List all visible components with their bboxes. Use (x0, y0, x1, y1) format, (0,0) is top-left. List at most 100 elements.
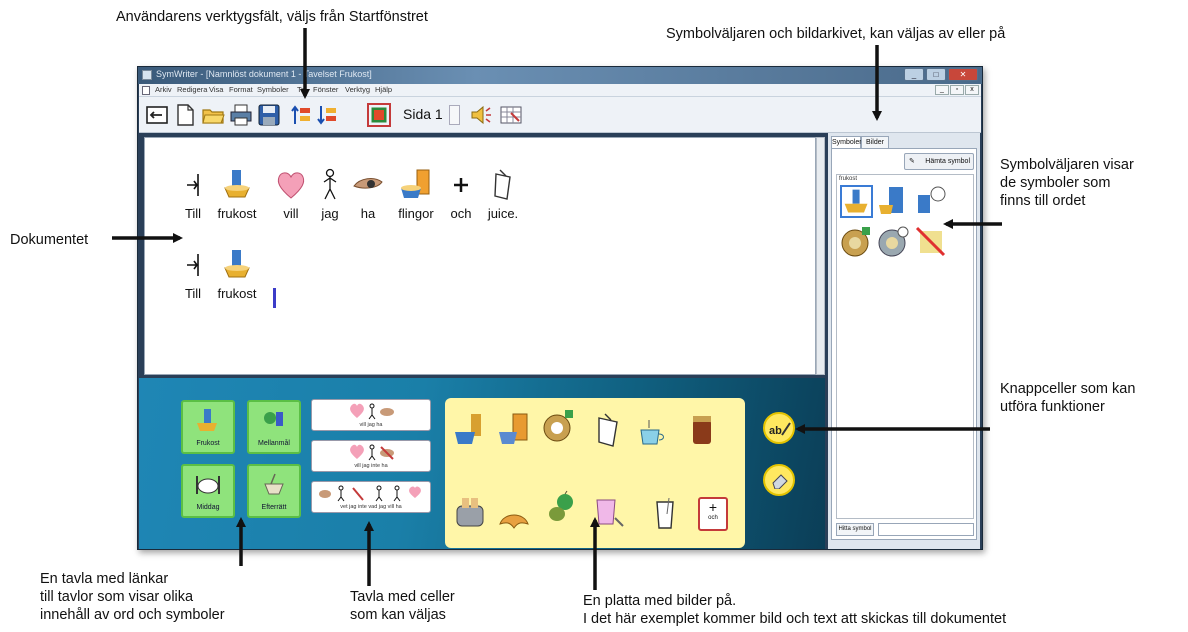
och-label: och (708, 515, 718, 521)
toaster-picture[interactable] (453, 494, 487, 530)
symwriter-window: SymWriter - [Namnlöst dokument 1 - Tavel… (137, 66, 983, 550)
symbol-candidate-plate[interactable] (840, 225, 873, 258)
doc-word: frukost (217, 206, 257, 221)
cereal-picture[interactable] (497, 412, 531, 448)
print-icon[interactable] (229, 103, 253, 127)
doc-close-button[interactable]: x (965, 85, 979, 95)
milk-glass-picture[interactable] (649, 496, 683, 532)
toolbar-annotation: Användarens verktygsfält, väljs från Sta… (116, 9, 428, 25)
symbol-list: frukost (836, 174, 974, 519)
indent-arrow-icon (187, 254, 199, 276)
title-bar: SymWriter - [Namnlöst dokument 1 - Tavel… (138, 67, 982, 84)
doc-word: Till (184, 286, 202, 301)
save-icon[interactable] (257, 103, 281, 127)
symbol-candidate-no-breakfast[interactable] (914, 225, 947, 258)
window-title: SymWriter - [Namnlöst dokument 1 - Tavel… (156, 69, 372, 79)
plus-icon (454, 178, 468, 192)
indent-arrow-icon (187, 174, 199, 196)
link-cell-middag[interactable]: Middag (181, 464, 235, 518)
find-symbol-input[interactable] (878, 523, 974, 536)
menu-verktyg[interactable]: Verktyg (345, 85, 370, 94)
doc-minimize-button[interactable]: _ (935, 85, 949, 95)
menu-hjalp[interactable]: Hjälp (375, 85, 392, 94)
phrase-cell-label: vet jag inte vad jag vill ha (340, 504, 402, 510)
menu-arkiv[interactable]: Arkiv (155, 85, 172, 94)
close-button[interactable]: ✕ (948, 68, 978, 81)
symbol-candidate-breakfast[interactable] (840, 185, 873, 218)
croissant-picture[interactable] (497, 502, 531, 538)
link-cell-mellanmal[interactable]: Mellanmål (247, 400, 301, 454)
phrase-cell[interactable]: vill jag inte ha (311, 440, 431, 472)
function-button-write[interactable]: ab (763, 412, 795, 444)
symbol-candidate-cereal[interactable] (877, 185, 910, 218)
jam-jar-picture[interactable] (685, 412, 719, 448)
yoghurt-picture[interactable] (593, 494, 627, 530)
phrase-symbols-icon (350, 444, 394, 461)
document-area[interactable]: Till frukost vill jag ha flingor och jui… (144, 137, 816, 375)
symbols-up-icon[interactable] (289, 103, 313, 127)
menu-bar: Arkiv Redigera Visa Format Symboler Tal … (139, 84, 981, 97)
breakfast-picture[interactable] (453, 412, 487, 448)
doc-restore-button[interactable]: ▫ (950, 85, 964, 95)
fruit-picture[interactable] (545, 490, 579, 526)
linkboard-annotation: En tavla med länkar till tavlor som visa… (40, 571, 225, 623)
doc-word: frukost (217, 286, 257, 301)
maximize-button[interactable]: □ (926, 68, 946, 81)
menu-tal[interactable]: Tal (297, 85, 307, 94)
phrase-cell-label: vill jag ha (359, 422, 383, 428)
link-cell-label: Mellanmål (258, 440, 290, 447)
user-toolbar: Sida 1 (139, 97, 981, 133)
symbol-candidate-clock[interactable] (914, 185, 947, 218)
board-area: Frukost Mellanmål Middag Efterrätt vill … (139, 378, 825, 549)
juice-glass-icon (494, 169, 511, 200)
text-cursor (273, 288, 276, 308)
och-button[interactable]: + och (698, 497, 728, 531)
snack-icon (264, 412, 283, 426)
page-spinner[interactable] (449, 105, 460, 125)
heart-icon (277, 172, 305, 199)
phrase-cell[interactable]: vet jag inte vad jag vill ha (311, 481, 431, 513)
new-document-icon[interactable] (173, 103, 197, 127)
symbol-list-header: frukost (839, 176, 858, 182)
grid-icon[interactable] (499, 103, 523, 127)
link-cell-efterratt[interactable]: Efterrätt (247, 464, 301, 518)
menu-symboler[interactable]: Symboler (257, 85, 289, 94)
phrase-cell[interactable]: vill jag ha (311, 399, 431, 431)
app-icon (142, 70, 152, 80)
symbols-down-icon[interactable] (315, 103, 339, 127)
doc-word: Till (184, 206, 202, 221)
doc-word: flingor (398, 206, 434, 221)
breakfast-icon (224, 170, 250, 198)
doc-word: och (450, 206, 472, 221)
document-scrollbar[interactable] (816, 137, 825, 375)
doc-word: jag (321, 206, 339, 221)
juice-glass-picture[interactable] (591, 412, 625, 448)
breakfast-icon (197, 409, 217, 431)
menu-format[interactable]: Format (229, 85, 253, 94)
page-indicator: Sida 1 (403, 106, 443, 122)
find-symbol-button[interactable]: Hitta symbol (836, 523, 874, 536)
link-cell-frukost[interactable]: Frukost (181, 400, 235, 454)
picture-board: + och (445, 398, 745, 548)
symbol-candidate-plate-clock[interactable] (877, 225, 910, 258)
symbols-annotation: Symbolväljaren visar de symboler som fin… (1000, 157, 1134, 209)
document-icon (142, 86, 150, 95)
minimize-button[interactable]: _ (904, 68, 924, 81)
speaker-icon[interactable] (469, 103, 493, 127)
open-folder-icon[interactable] (201, 103, 225, 127)
doc-word: juice. (487, 206, 519, 221)
menu-redigera[interactable]: Redigera (177, 85, 207, 94)
menu-fonster[interactable]: Fönster (313, 85, 338, 94)
phrase-cell-label: vill jag inte ha (354, 463, 388, 469)
symbol-chooser-content: ✎ Hämta symbol frukost Hitta symbol (831, 148, 977, 540)
return-icon[interactable] (145, 103, 169, 127)
menu-visa[interactable]: Visa (209, 85, 223, 94)
fetch-symbol-button[interactable]: ✎ Hämta symbol (904, 153, 974, 170)
function-button-clear[interactable] (763, 464, 795, 496)
write-icon: ab (769, 422, 791, 437)
buttons-annotation: Knappceller som kan utföra funktioner (1000, 381, 1136, 415)
tea-cup-picture[interactable] (635, 414, 669, 450)
symbolchooser-annotation: Symbolväljaren och bildarkivet, kan välj… (666, 26, 1006, 42)
image-icon[interactable] (367, 103, 391, 127)
egg-sandwich-picture[interactable] (541, 408, 575, 444)
